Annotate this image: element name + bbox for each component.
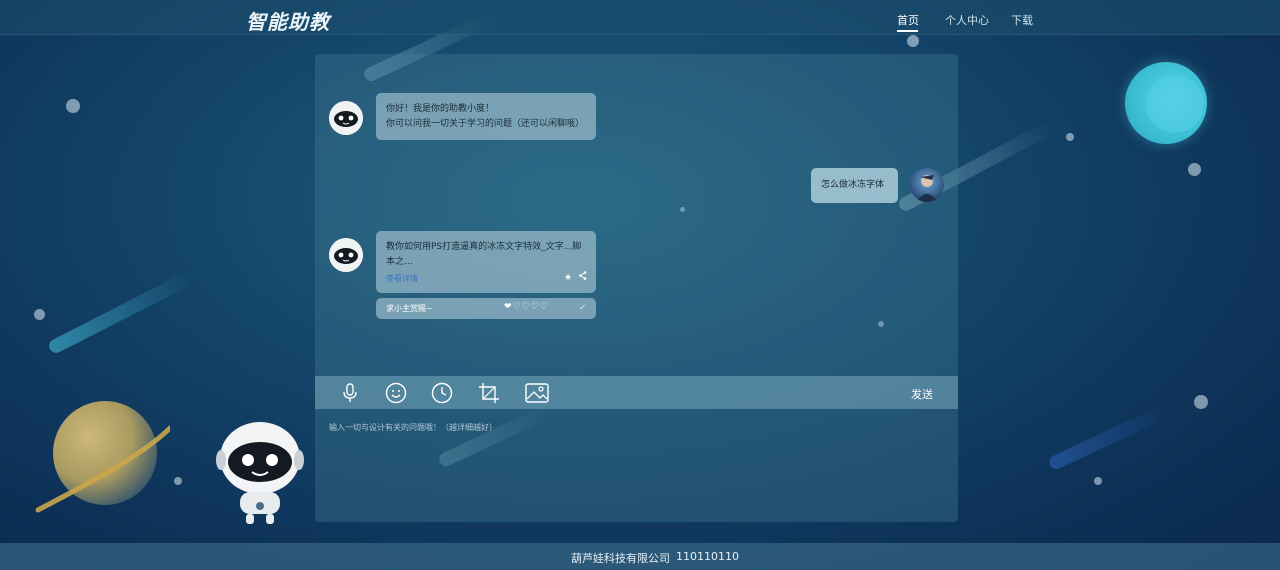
- user-message: 怎么做冰冻字体: [811, 168, 898, 203]
- greeting-line-1: 你好！我是你的助教小度！: [386, 104, 495, 114]
- rating-bar: 求小主赏赐~ ❤♡♡♡♡ ✓: [376, 298, 596, 319]
- view-details-link[interactable]: 查看详情: [386, 271, 418, 286]
- message-input-placeholder: 输入一切与设计有关的问题哦！（越详细越好）: [329, 423, 497, 432]
- image-icon[interactable]: [525, 381, 549, 405]
- nav-active-indicator: [897, 30, 918, 32]
- send-button[interactable]: 发送: [911, 386, 933, 402]
- nav-home[interactable]: 首页: [897, 12, 919, 28]
- bot-message-result: 教你如何用PS打造逼真的冰冻文字特效_文字...脚本之... 查看详情 ★: [376, 231, 596, 293]
- footer-company: 葫芦娃科技有限公司: [571, 552, 670, 565]
- top-navigation-bar: [0, 0, 1280, 35]
- share-icon[interactable]: [579, 271, 587, 286]
- result-title[interactable]: 教你如何用PS打造逼真的冰冻文字特效_文字...脚本之...: [376, 231, 596, 270]
- nav-download[interactable]: 下载: [1011, 12, 1033, 28]
- bot-avatar-2: [329, 238, 363, 272]
- user-message-text: 怎么做冰冻字体: [821, 180, 885, 190]
- emoji-icon[interactable]: [384, 381, 408, 405]
- check-icon[interactable]: ✓: [579, 301, 587, 316]
- rating-prompt: 求小主赏赐~: [386, 304, 433, 313]
- microphone-icon[interactable]: [338, 381, 362, 405]
- bot-message-greeting: 你好！我是你的助教小度！ 你可以问我一切关于学习的问题（还可以闲聊哦）: [376, 93, 596, 140]
- ringed-planet: [35, 401, 170, 513]
- footer-number: 110110110: [676, 550, 739, 563]
- clock-icon[interactable]: [430, 381, 454, 405]
- greeting-line-2: 你可以问我一切关于学习的问题（还可以闲聊哦）: [386, 119, 585, 129]
- bot-avatar: [329, 101, 363, 135]
- star-icon[interactable]: ★: [564, 271, 572, 286]
- crop-icon[interactable]: [477, 381, 501, 405]
- nav-personal-center[interactable]: 个人中心: [945, 12, 989, 28]
- heart-rating[interactable]: ❤♡♡♡♡: [504, 300, 549, 315]
- robot-mascot: [216, 422, 304, 524]
- app-logo[interactable]: 智能助教: [246, 6, 330, 35]
- moon-planet: [1125, 62, 1207, 144]
- user-avatar: [910, 168, 944, 202]
- input-toolbar: [315, 376, 958, 409]
